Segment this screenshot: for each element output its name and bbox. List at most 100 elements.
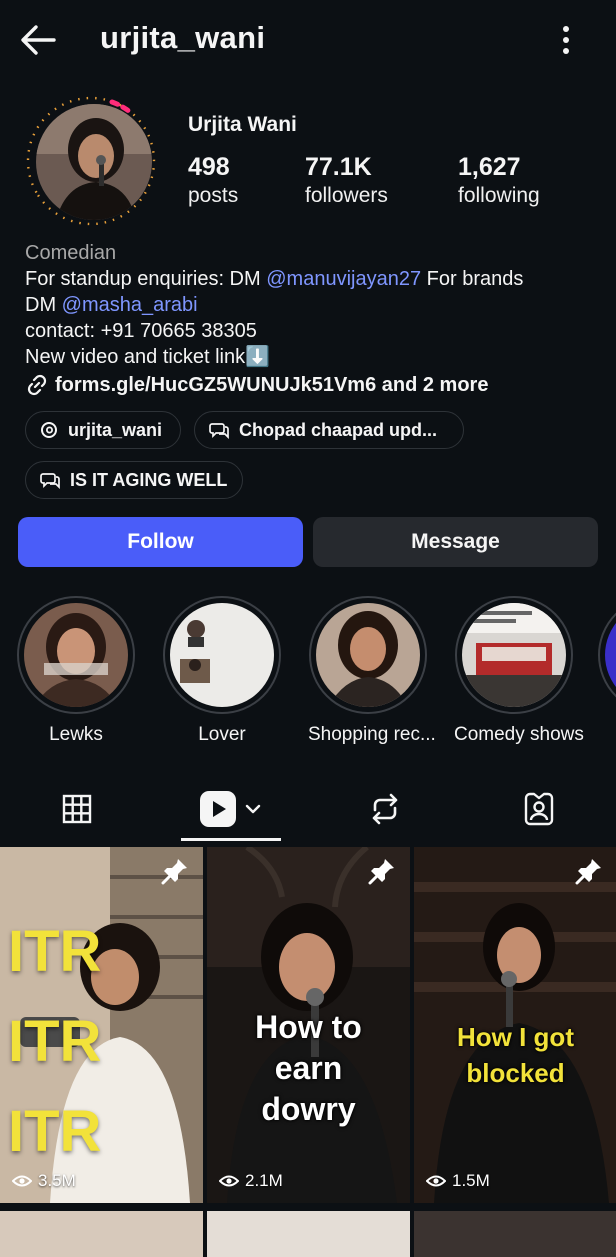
mention-link[interactable]: @manuvijayan27 [266,268,421,290]
pin-icon [575,859,601,885]
bio-text: New video and ticket link⬇️ [25,346,271,368]
view-count: 1.5M [426,1171,490,1191]
reel-thumbnail[interactable]: How to earn dowry 2.1M [207,847,410,1203]
message-button[interactable]: Message [313,517,598,567]
tab-reposts[interactable] [308,775,462,843]
highlight-cover [170,603,274,707]
profile-tabs [0,775,616,843]
bio-link[interactable]: forms.gle/HucGZ5WUNUJk51Vm6 and 2 more [25,372,605,398]
caption-line: dowry [261,1091,356,1127]
pin-icon [161,859,187,885]
reel-caption: How to earn dowry [207,1007,410,1130]
chip-label: Chopad chaapad upd... [239,419,438,440]
caption-line: blocked [466,1058,565,1088]
tab-reels[interactable] [154,775,308,843]
reel-thumbnail[interactable]: ITR ITR ITR 3.5M [0,847,203,1203]
followers-stat[interactable]: 77.1K followers [305,152,388,210]
following-stat[interactable]: 1,627 following [458,152,540,210]
highlight-photo [462,603,566,707]
tab-tagged[interactable] [462,775,616,843]
mention-text: masha_arabi [81,294,198,316]
channel-chip[interactable]: Chopad chaapad upd... [194,411,464,449]
tagged-icon [524,792,554,826]
highlight-cover [316,603,420,707]
highlight-label: Comedy shows [454,724,584,745]
highlight-ring [163,596,281,714]
more-options-button[interactable] [552,22,580,58]
broadcast-channel-icon [40,473,60,489]
channel-chip[interactable]: IS IT AGING WELL [25,461,243,499]
broadcast-channel-icon [209,423,229,439]
highlight-item[interactable]: Lewks [16,596,136,746]
follow-button[interactable]: Follow [18,517,303,567]
posts-stat[interactable]: 498 posts [188,152,238,210]
arrow-left-icon [21,25,56,55]
highlight-item[interactable]: Comedy shows [454,596,584,746]
reels-icon [200,791,236,827]
highlight-label: Lover [198,724,246,745]
eye-icon [219,1175,239,1187]
avatar-photo [36,104,152,220]
followers-label: followers [305,184,388,207]
highlight-label: Shopping rec... [308,724,436,745]
repost-icon [372,793,398,825]
caption-line: How to [255,1009,362,1045]
followers-count: 77.1K [305,153,372,181]
highlight-item-partial[interactable] [598,596,616,714]
highlight-cover [24,603,128,707]
chevron-down-icon [245,804,261,814]
following-label: following [458,184,540,207]
highlight-item[interactable]: Shopping rec... [308,596,436,746]
threads-icon: @ [266,268,287,290]
threads-icon: @ [61,294,82,316]
grid-icon [62,794,92,824]
highlight-photo [24,603,128,707]
back-button[interactable] [18,22,58,58]
threads-chip[interactable]: urjita_wani [25,411,181,449]
posts-count: 498 [188,153,230,181]
posts-label: posts [188,184,239,207]
profile-category: Comedian [25,242,117,264]
mention-link[interactable]: @masha_arabi [62,294,198,316]
tab-grid[interactable] [0,775,154,843]
chip-label: urjita_wani [68,419,163,440]
highlight-photo [170,603,274,707]
view-count: 3.5M [12,1171,76,1191]
more-vertical-icon [563,26,569,54]
reel-thumbnail-partial[interactable] [0,1211,203,1257]
bio-line: For standup enquiries: DM @manuvijayan27… [25,266,605,292]
reel-caption: ITR ITR ITR [8,907,118,1177]
following-count: 1,627 [458,153,521,181]
bio-text: For standup enquiries: DM [25,268,267,290]
link-icon [27,374,47,396]
caption-line: ITR [8,1099,102,1164]
profile-username: urjita_wani [100,20,266,55]
highlight-label: Lewks [49,724,103,745]
reel-caption: How I got blocked [414,1019,616,1091]
threads-icon [41,422,57,438]
reel-thumbnail-partial[interactable] [414,1211,616,1257]
profile-avatar[interactable] [36,104,152,220]
view-count-text: 2.1M [245,1171,283,1190]
profile-bio: Comedian For standup enquiries: DM @manu… [25,240,605,398]
chip-label: IS IT AGING WELL [70,469,228,490]
reel-thumbnail[interactable]: How I got blocked 1.5M [414,847,616,1203]
caption-line: earn [274,1050,343,1086]
highlight-ring [455,596,573,714]
highlight-item[interactable]: Lover [162,596,282,746]
view-count-text: 1.5M [452,1171,490,1190]
link-text: forms.gle/HucGZ5WUNUJk51Vm6 and 2 more [55,374,489,396]
highlight-cover [605,603,616,707]
highlight-ring [17,596,135,714]
bio-contact: contact: +91 70665 38305 [25,320,257,342]
mention-text: manuvijayan27 [286,268,422,290]
reel-thumbnail-partial[interactable] [207,1211,410,1257]
top-bar: urjita_wani [0,0,616,82]
bio-text: DM [25,294,62,316]
highlight-cover [462,603,566,707]
caption-line: How I got [457,1022,574,1052]
view-count: 2.1M [219,1171,283,1191]
eye-icon [12,1175,32,1187]
display-name: Urjita Wani [188,113,297,136]
highlight-ring [598,596,616,714]
